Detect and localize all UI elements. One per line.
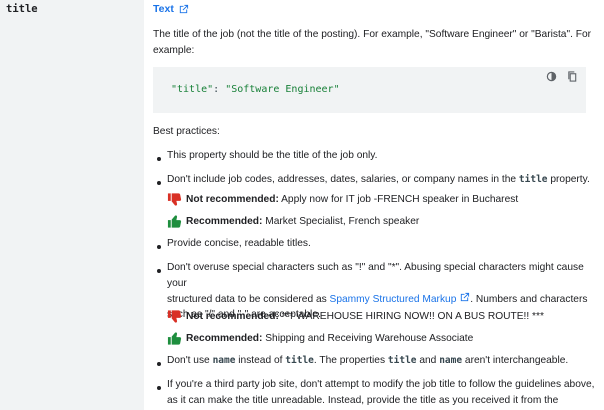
- code-colon: :: [213, 84, 226, 95]
- code-sample: "title": "Software Engineer": [153, 67, 586, 113]
- list-item-text: Don't include job codes, addresses, date…: [167, 174, 519, 185]
- inline-code: name: [439, 355, 463, 366]
- example-value: Apply now for IT job -FRENCH speaker in …: [278, 194, 519, 205]
- code-key: "title": [171, 84, 214, 95]
- external-link-icon: [179, 5, 188, 14]
- list-item-text: structured data to be considered as: [167, 293, 330, 305]
- list-item-text: aren't interchangeable.: [462, 355, 569, 366]
- example-text: Recommended: Shipping and Receiving Ware…: [186, 331, 473, 346]
- example-label: Not recommended:: [186, 194, 279, 205]
- list-item: If you're a third party job site, don't …: [167, 377, 599, 410]
- list-item-text: property.: [547, 174, 590, 185]
- inline-code: title: [285, 355, 314, 366]
- list-item: Don't use name instead of title. The pro…: [167, 353, 599, 369]
- example-label: Recommended:: [186, 216, 263, 227]
- type-link[interactable]: Text: [153, 2, 189, 18]
- thumbs-down-icon: [167, 310, 182, 323]
- theme-toggle-icon[interactable]: [546, 71, 557, 82]
- list-item-text: Don't use: [167, 355, 213, 366]
- list-item: This property should be the title of the…: [167, 150, 378, 161]
- thumbs-up-icon: [167, 215, 182, 228]
- thumbs-down-icon: [167, 193, 182, 206]
- inline-code: name: [212, 355, 236, 366]
- bullet-dot: [157, 157, 161, 161]
- inline-code: title: [518, 174, 548, 185]
- external-link-icon: [461, 292, 470, 301]
- bullet-dot: [157, 245, 161, 249]
- code-value: "Software Engineer": [225, 84, 340, 95]
- example-label: Recommended:: [186, 333, 263, 344]
- example-label: Not recommended:: [186, 311, 279, 322]
- list-item-text: If you're a third party job site, don't …: [167, 379, 595, 390]
- example-recommended: Recommended: Shipping and Receiving Ware…: [167, 331, 473, 346]
- list-item: Provide concise, readable titles.: [167, 238, 311, 249]
- list-item-text: and: [416, 355, 440, 366]
- list-item-text: as it can make the title unreadable. Ins…: [167, 394, 559, 406]
- example-text: Not recommended: Apply now for IT job -F…: [186, 192, 518, 207]
- code-toolbar: [546, 71, 578, 82]
- list-item-text: Don't overuse special characters such as…: [167, 262, 584, 289]
- property-column: title: [0, 0, 144, 410]
- code-line: "title": "Software Engineer": [171, 82, 340, 97]
- bullet-dot: [157, 181, 161, 185]
- list-item-text: . The properties: [313, 355, 388, 366]
- inline-code: title: [387, 355, 417, 366]
- list-item-text: . Numbers and characters: [470, 293, 588, 305]
- bullet-dot: [157, 386, 161, 390]
- spammy-markup-link[interactable]: Spammy Structured Markup: [330, 294, 457, 305]
- copy-icon[interactable]: [567, 71, 578, 82]
- bullet-dot: [157, 269, 161, 273]
- list-item: Don't include job codes, addresses, date…: [167, 172, 599, 188]
- example-value: Market Specialist, French speaker: [262, 216, 420, 227]
- example-text: Not recommended: *** WAREHOUSE HIRING NO…: [186, 309, 544, 324]
- example-recommended: Recommended: Market Specialist, French s…: [167, 214, 419, 229]
- thumbs-up-icon: [167, 332, 182, 345]
- list-item-text: instead of: [235, 355, 286, 366]
- property-description: The title of the job (not the title of t…: [153, 29, 592, 56]
- example-value: *** WAREHOUSE HIRING NOW!! ON A BUS ROUT…: [278, 311, 544, 322]
- bullet-dot: [157, 362, 161, 366]
- example-not-recommended: Not recommended: *** WAREHOUSE HIRING NO…: [167, 309, 544, 324]
- example-text: Recommended: Market Specialist, French s…: [186, 214, 419, 229]
- type-label: Text: [153, 3, 174, 15]
- example-value: Shipping and Receiving Warehouse Associa…: [262, 333, 474, 344]
- best-practices-heading: Best practices:: [153, 126, 220, 137]
- example-not-recommended: Not recommended: Apply now for IT job -F…: [167, 192, 518, 207]
- property-name: title: [6, 3, 38, 15]
